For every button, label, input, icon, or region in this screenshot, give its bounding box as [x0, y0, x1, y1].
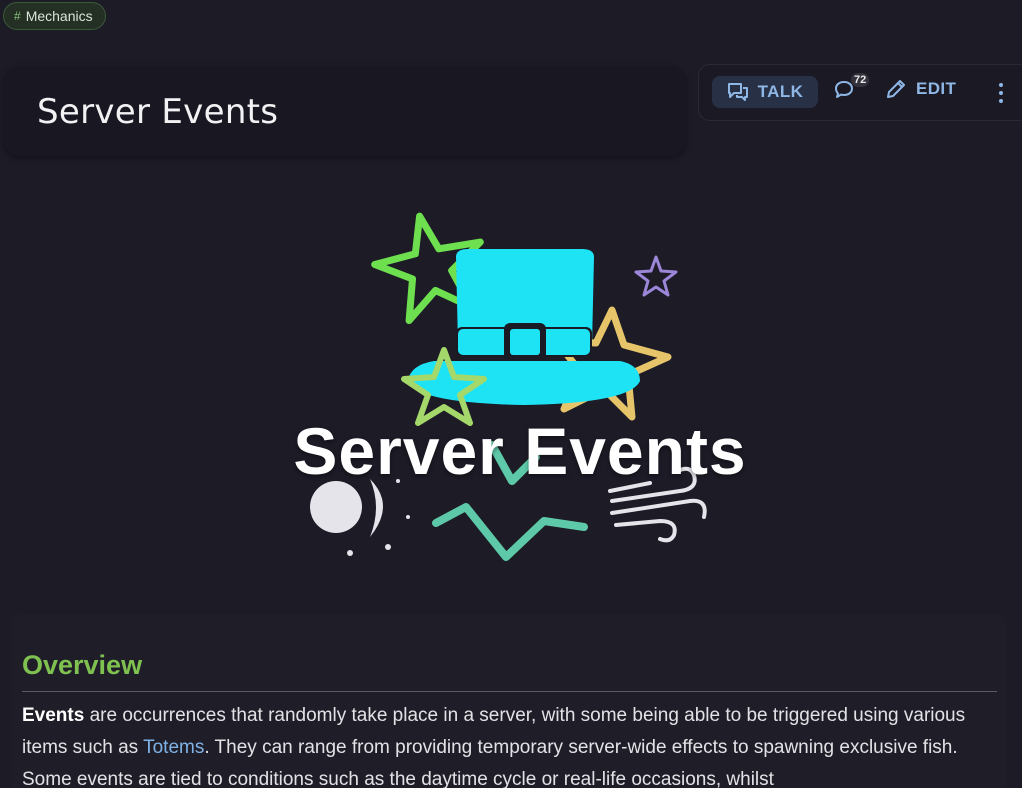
overview-heading: Overview [22, 650, 143, 680]
more-options-button[interactable] [991, 80, 1011, 106]
page-title: Server Events [37, 92, 279, 132]
category-tag-mechanics[interactable]: # Mechanics [3, 2, 106, 30]
overview-paragraph: Events are occurrences that randomly tak… [22, 700, 1002, 788]
wiki-page: # Mechanics Server Events TALK 72 EDIT S… [0, 0, 1022, 788]
edit-button[interactable]: EDIT [885, 78, 956, 100]
hero-banner-image: Server Events [220, 195, 820, 585]
comment-count-badge: 72 [851, 73, 870, 87]
heading-divider [22, 691, 997, 692]
events-bold-term: Events [22, 705, 85, 726]
kebab-dot [999, 99, 1003, 103]
purple-star-icon [634, 255, 678, 297]
hero-title: Server Events [293, 414, 747, 488]
edit-label: EDIT [916, 79, 957, 98]
comments-button[interactable]: 72 [833, 73, 870, 107]
kebab-dot [999, 83, 1003, 87]
category-tag-label: Mechanics [25, 8, 93, 24]
moon-icon [310, 479, 410, 556]
talk-icon [727, 83, 748, 101]
kebab-dot [999, 91, 1003, 95]
talk-label: TALK [757, 82, 804, 101]
page-action-bar: TALK 72 EDIT [698, 64, 1022, 121]
hash-icon: # [14, 9, 21, 23]
overview-section: Overview Events are occurrences that ran… [12, 614, 1006, 788]
totems-link[interactable]: Totems [143, 737, 204, 758]
pencil-icon [887, 80, 905, 98]
zigzag-wave-icon [432, 503, 588, 561]
talk-button[interactable]: TALK [712, 76, 818, 108]
title-card: Server Events [4, 66, 686, 156]
server-events-artwork [310, 212, 707, 561]
